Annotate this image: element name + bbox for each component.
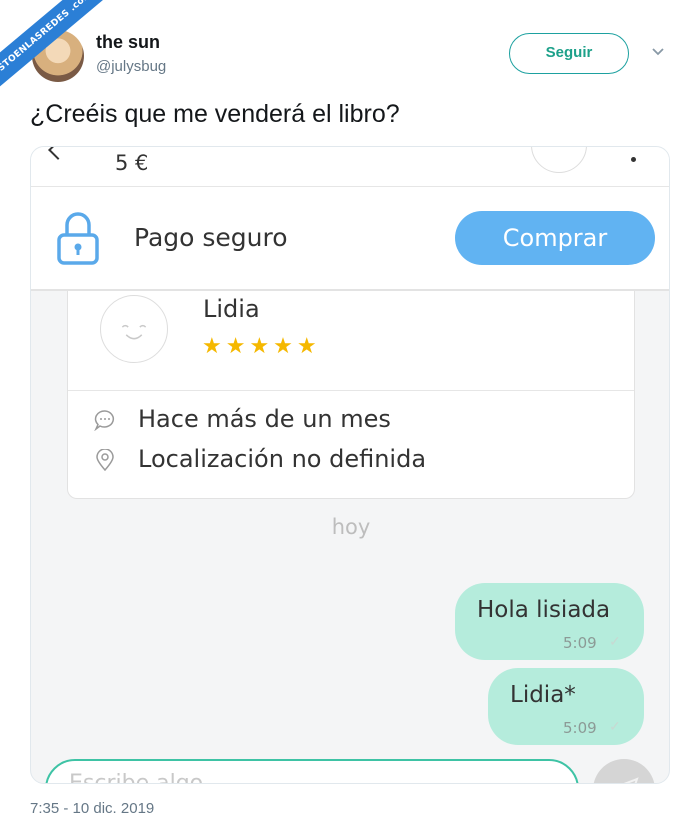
send-button [593, 759, 655, 783]
product-thumbnail [531, 147, 587, 173]
more-options-icon [631, 157, 636, 162]
chat-bubble-icon [94, 410, 114, 431]
follow-button[interactable]: Seguir [509, 33, 629, 74]
day-divider: hoy [331, 515, 371, 539]
message-time: 5:09 [563, 719, 597, 737]
divider [68, 390, 634, 391]
seller-card: Lidia ★★★★★ Hace más de un mes Localizac… [67, 291, 635, 499]
message-time: 5:09 [563, 634, 597, 652]
message-bubble: Lidia* 5:09 ✓ [488, 668, 644, 745]
check-icon: ✓ [609, 633, 621, 649]
app-header: 5 € [31, 147, 669, 187]
lock-icon [57, 212, 99, 265]
send-icon [623, 777, 639, 783]
back-arrow-icon [48, 147, 68, 160]
payment-bar: Pago seguro Comprar [31, 187, 669, 291]
tweet-text: ¿Creéis que me venderá el libro? [30, 100, 400, 128]
user-handle[interactable]: @julysbug [96, 58, 166, 75]
seller-rating-stars: ★★★★★ [202, 333, 321, 358]
message-text: Lidia* [510, 682, 576, 708]
product-price: 5 € [115, 151, 149, 175]
message-input: Escribe algo... [45, 759, 579, 784]
message-text: Hola lisiada [477, 597, 611, 623]
chevron-down-icon[interactable] [650, 44, 666, 60]
tweet-timestamp[interactable]: 7:35 - 10 dic. 2019 [30, 800, 154, 817]
last-seen-text: Hace más de un mes [138, 405, 391, 433]
secure-payment-label: Pago seguro [134, 223, 288, 252]
message-input-placeholder: Escribe algo... [69, 771, 224, 784]
seller-name: Lidia [203, 295, 260, 323]
location-text: Localización no definida [138, 445, 427, 473]
message-bubble: Hola lisiada 5:09 ✓ [455, 583, 644, 660]
location-pin-icon [96, 449, 114, 471]
embedded-screenshot: 5 € Pago seguro Comprar Lidia ★★★★★ Hace… [30, 146, 670, 784]
buy-button: Comprar [455, 211, 655, 265]
display-name[interactable]: the sun [96, 32, 160, 53]
seller-avatar-icon [100, 295, 168, 363]
check-icon: ✓ [609, 718, 621, 734]
